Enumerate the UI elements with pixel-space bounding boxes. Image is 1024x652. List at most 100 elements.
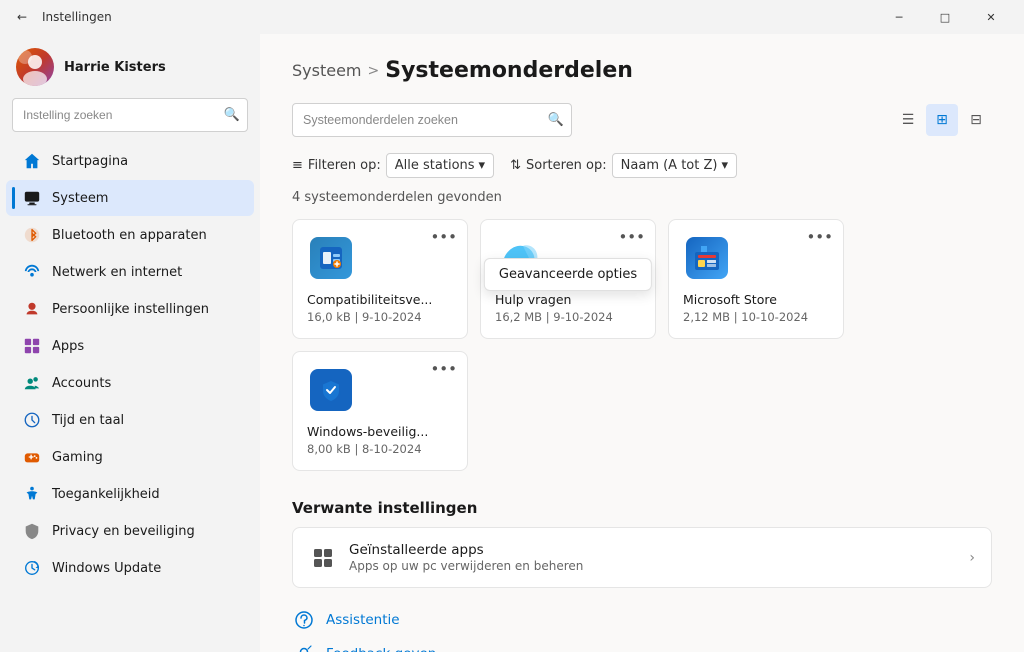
card-menu-defender[interactable]: ••• — [430, 362, 457, 377]
filter-value: Alle stations — [395, 158, 475, 173]
view-controls: ☰ ⊞ ⊟ — [892, 104, 992, 136]
sidebar-item-label-home: Startpagina — [52, 154, 128, 169]
footer-links: Assistentie Feedback geven — [292, 608, 992, 652]
sort-icon: ⇅ — [510, 158, 521, 173]
feedback-link[interactable]: Feedback geven — [292, 642, 992, 652]
card-menu-help[interactable]: ••• — [618, 230, 645, 245]
bluetooth-icon — [22, 225, 42, 245]
network-icon — [22, 262, 42, 282]
sidebar-item-bluetooth[interactable]: Bluetooth en apparaten — [6, 217, 254, 253]
breadcrumb-current: Systeemonderdelen — [385, 58, 633, 83]
sidebar-item-label-bluetooth: Bluetooth en apparaten — [52, 228, 207, 243]
app-card-help[interactable]: ••• Hulp vragen 16,2 MB | 9-10-2024 Geav… — [480, 219, 656, 339]
sidebar-item-time[interactable]: Tijd en taal — [6, 402, 254, 438]
avatar[interactable] — [16, 48, 54, 86]
context-menu-popup[interactable]: Geavanceerde opties — [484, 258, 652, 291]
sidebar-item-label-update: Windows Update — [52, 561, 161, 576]
app-body: Harrie Kisters 🔍 Startpagina — [0, 34, 1024, 652]
sidebar-item-accessibility[interactable]: Toegankelijkheid — [6, 476, 254, 512]
sidebar-search-icon: 🔍 — [224, 108, 240, 123]
filter-label: Filteren op: — [308, 158, 381, 173]
card-meta-defender: 8,00 kB | 8-10-2024 — [307, 442, 453, 456]
sort-label: Sorteren op: — [526, 158, 607, 173]
card-menu-store[interactable]: ••• — [806, 230, 833, 245]
sidebar-item-update[interactable]: Windows Update — [6, 550, 254, 586]
accounts-icon — [22, 373, 42, 393]
sort-item: ⇅ Sorteren op: Naam (A tot Z) ▾ — [510, 153, 737, 178]
system-icon — [22, 188, 42, 208]
personal-icon — [22, 299, 42, 319]
sidebar-item-label-time: Tijd en taal — [52, 413, 124, 428]
grid-view-button[interactable]: ⊞ — [926, 104, 958, 136]
sort-chevron-icon: ▾ — [721, 158, 728, 173]
update-icon — [22, 558, 42, 578]
cards-grid: ••• Compatibiliteitsve... 16 — [292, 219, 992, 471]
sidebar-item-label-accounts: Accounts — [52, 376, 111, 391]
app-card-defender[interactable]: ••• Windows-beveilig... 8,00 kB | 8-10-2… — [292, 351, 468, 471]
sidebar-item-label-personal: Persoonlijke instellingen — [52, 302, 209, 317]
feedback-icon — [292, 642, 316, 652]
assistentie-label: Assistentie — [326, 612, 400, 628]
sidebar-item-network[interactable]: Netwerk en internet — [6, 254, 254, 290]
content-search[interactable]: 🔍 — [292, 103, 572, 137]
table-view-button[interactable]: ⊟ — [960, 104, 992, 136]
card-meta-store: 2,12 MB | 10-10-2024 — [683, 310, 829, 324]
search-area: 🔍 ☰ ⊞ ⊟ — [292, 103, 992, 137]
filter-chevron-icon: ▾ — [479, 158, 486, 173]
filter-bar: ≡ Filteren op: Alle stations ▾ ⇅ Sortere… — [292, 153, 992, 178]
titlebar-title: Instellingen — [42, 10, 868, 24]
sidebar-item-home[interactable]: Startpagina — [6, 143, 254, 179]
nav-items: Startpagina Systeem — [0, 140, 260, 642]
window-controls: ─ □ ✕ — [876, 0, 1014, 34]
breadcrumb-separator: > — [368, 63, 380, 79]
app-card-store[interactable]: ••• Microsoft Store 2,12 MB — [668, 219, 844, 339]
sidebar-item-accounts[interactable]: Accounts — [6, 365, 254, 401]
home-icon — [22, 151, 42, 171]
sidebar-item-label-gaming: Gaming — [52, 450, 103, 465]
sidebar-item-label-privacy: Privacy en beveiliging — [52, 524, 195, 539]
breadcrumb: Systeem > Systeemonderdelen — [292, 58, 992, 83]
sidebar: Harrie Kisters 🔍 Startpagina — [0, 34, 260, 652]
minimize-button[interactable]: ─ — [876, 0, 922, 34]
filter-icon: ≡ — [292, 158, 303, 173]
sidebar-item-label-apps: Apps — [52, 339, 84, 354]
sidebar-item-system[interactable]: Systeem — [6, 180, 254, 216]
user-section: Harrie Kisters — [0, 34, 260, 98]
related-settings-title: Verwante instellingen — [292, 499, 992, 517]
filter-select[interactable]: Alle stations ▾ — [386, 153, 494, 178]
sidebar-item-apps[interactable]: Apps — [6, 328, 254, 364]
card-meta-help: 16,2 MB | 9-10-2024 — [495, 310, 641, 324]
assistentie-icon — [292, 608, 316, 632]
back-button[interactable]: ← — [10, 5, 34, 29]
user-name: Harrie Kisters — [64, 60, 166, 75]
card-name-store: Microsoft Store — [683, 292, 829, 307]
related-text: Geïnstalleerde apps Apps op uw pc verwij… — [349, 542, 969, 573]
close-button[interactable]: ✕ — [968, 0, 1014, 34]
breadcrumb-parent[interactable]: Systeem — [292, 61, 362, 80]
card-name-help: Hulp vragen — [495, 292, 641, 307]
assistentie-link[interactable]: Assistentie — [292, 608, 992, 632]
related-chevron-icon: › — [969, 550, 975, 566]
sidebar-item-personal[interactable]: Persoonlijke instellingen — [6, 291, 254, 327]
sidebar-item-privacy[interactable]: Privacy en beveiliging — [6, 513, 254, 549]
privacy-icon — [22, 521, 42, 541]
app-card-compat[interactable]: ••• Compatibiliteitsve... 16 — [292, 219, 468, 339]
sidebar-search-input[interactable] — [12, 98, 248, 132]
maximize-button[interactable]: □ — [922, 0, 968, 34]
sidebar-item-label-accessibility: Toegankelijkheid — [52, 487, 160, 502]
content-search-input[interactable] — [292, 103, 572, 137]
sort-select[interactable]: Naam (A tot Z) ▾ — [612, 153, 737, 178]
card-icon-store — [683, 234, 731, 282]
related-item-installed-apps[interactable]: Geïnstalleerde apps Apps op uw pc verwij… — [292, 527, 992, 588]
filter-item: ≡ Filteren op: Alle stations ▾ — [292, 153, 494, 178]
content-search-icon: 🔍 — [548, 113, 564, 128]
related-desc: Apps op uw pc verwijderen en beheren — [349, 559, 969, 573]
card-name-defender: Windows-beveilig... — [307, 424, 453, 439]
content-area: Systeem > Systeemonderdelen 🔍 ☰ ⊞ ⊟ ≡ Fi… — [260, 34, 1024, 652]
time-icon — [22, 410, 42, 430]
card-menu-compat[interactable]: ••• — [430, 230, 457, 245]
sidebar-search[interactable]: 🔍 — [12, 98, 248, 132]
sidebar-item-gaming[interactable]: Gaming — [6, 439, 254, 475]
list-view-button[interactable]: ☰ — [892, 104, 924, 136]
gaming-icon — [22, 447, 42, 467]
